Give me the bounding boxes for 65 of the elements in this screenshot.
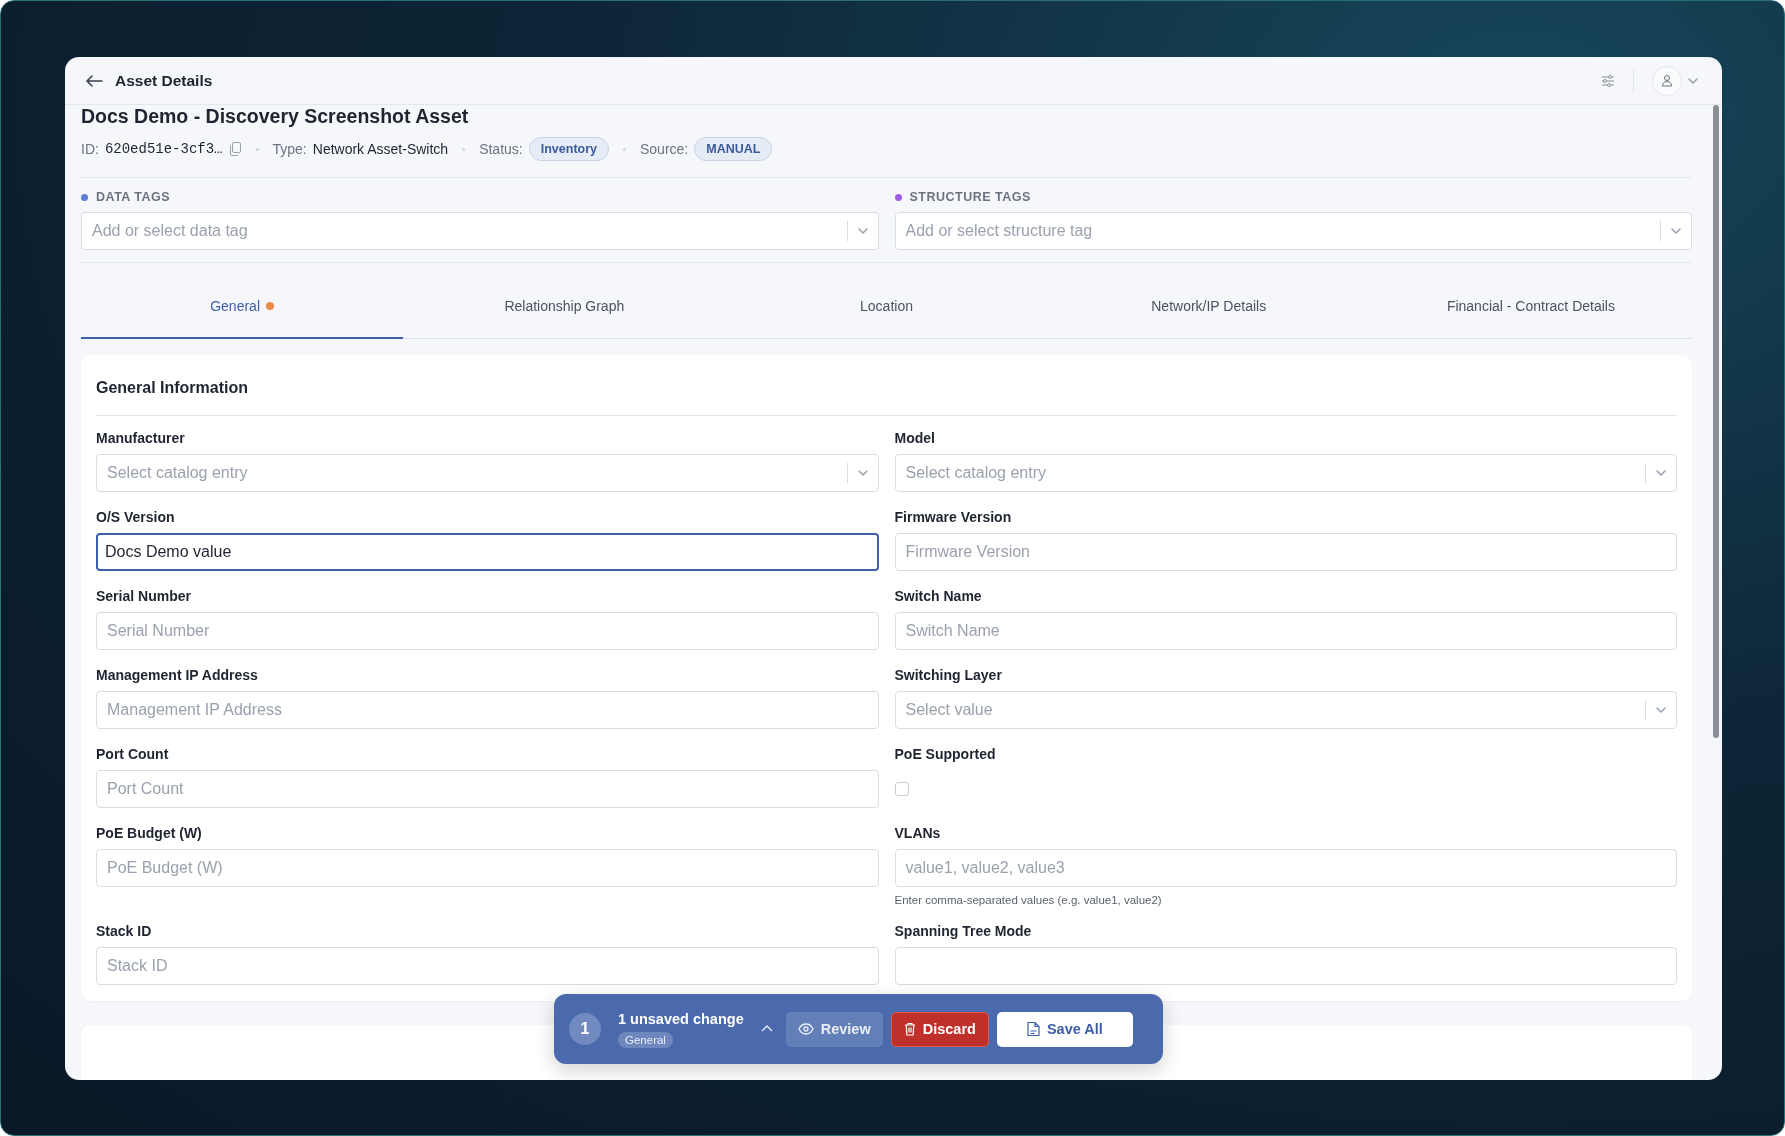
discard-button[interactable]: Discard (890, 1011, 989, 1047)
tag-select-field[interactable]: Add or select data tag (81, 212, 879, 250)
meta-label: ID: (81, 141, 99, 157)
field-label: PoE Supported (894, 746, 997, 762)
asset-id: 620ed51e-3cf3… (104, 141, 223, 157)
input-field[interactable]: Switch Name (894, 612, 1677, 650)
user-menu[interactable] (1652, 65, 1700, 96)
select-field[interactable]: Select catalog entry (96, 454, 879, 492)
field-label: Serial Number (96, 588, 192, 604)
field-label: Switch Name (894, 588, 983, 604)
field-label: Spanning Tree Mode (894, 923, 1033, 939)
meta-value: Network Asset-Switch (312, 141, 449, 157)
tag-label: DATA TAGS (96, 190, 171, 204)
meta-label: Source: (640, 141, 689, 157)
field-label: O/S Version (96, 509, 176, 525)
field-label: PoE Budget (W) (96, 825, 203, 841)
review-button[interactable]: Review (785, 1011, 883, 1047)
select-field[interactable]: Select catalog entry (894, 454, 1677, 492)
help-text: Enter comma-separated values (e.g. value1, value2) (894, 894, 1163, 906)
field-label: Model (894, 430, 936, 446)
unsaved-message: 1 unsaved change (618, 1010, 744, 1027)
field-label: Firmware Version (894, 509, 1013, 525)
input-field[interactable]: Docs Demo value (96, 533, 879, 571)
tab-chip: General (618, 1031, 673, 1048)
field-label: VLANs (894, 825, 942, 841)
input-field[interactable]: Management IP Address (96, 691, 879, 729)
copy-icon[interactable] (228, 142, 242, 156)
tab[interactable]: Network/IP Details (1047, 275, 1370, 339)
input-field[interactable] (894, 947, 1677, 985)
section-title: General Information (96, 369, 1677, 416)
checkbox[interactable] (894, 782, 909, 796)
document-icon (1026, 1021, 1040, 1037)
tab[interactable]: Relationship Graph (403, 275, 726, 339)
input-field[interactable]: Firmware Version (894, 533, 1677, 571)
eye-icon (797, 1023, 814, 1035)
user-icon (1661, 74, 1673, 87)
back-arrow-icon[interactable] (85, 73, 103, 88)
asset-name: Docs Demo - Discovery Screenshot Asset (81, 105, 470, 127)
meta-label: Type: (272, 141, 307, 157)
field-label: Switching Layer (894, 667, 1003, 683)
scrollbar[interactable] (1713, 105, 1719, 738)
select-field[interactable]: Select value (894, 691, 1677, 729)
field-label: Manufacturer (96, 430, 186, 446)
page-title: Asset Details (115, 71, 213, 90)
tab[interactable]: Location (725, 275, 1048, 339)
input-field[interactable]: Stack ID (96, 947, 879, 985)
tag-label: STRUCTURE TAGS (909, 190, 1031, 204)
status-badge: MANUAL (694, 137, 773, 161)
field-label: Management IP Address (96, 667, 259, 683)
expand-button[interactable] (759, 1024, 774, 1034)
save-button[interactable]: Save All (996, 1011, 1133, 1047)
input-field[interactable]: Serial Number (96, 612, 879, 650)
settings-icon[interactable] (1601, 74, 1615, 87)
change-count: 1 (569, 1013, 601, 1045)
input-field[interactable]: Port Count (96, 770, 879, 808)
trash-icon (903, 1022, 916, 1036)
input-field[interactable]: PoE Budget (W) (96, 849, 879, 887)
status-badge: Inventory (528, 137, 609, 161)
tab[interactable]: General (81, 275, 404, 339)
meta-label: Status: (479, 141, 523, 157)
tag-select-field[interactable]: Add or select structure tag (894, 212, 1692, 250)
field-label: Port Count (96, 746, 170, 762)
field-label: Stack ID (96, 923, 153, 939)
input-field[interactable]: value1, value2, value3 (894, 849, 1677, 887)
tab[interactable]: Financial - Contract Details (1369, 275, 1692, 339)
